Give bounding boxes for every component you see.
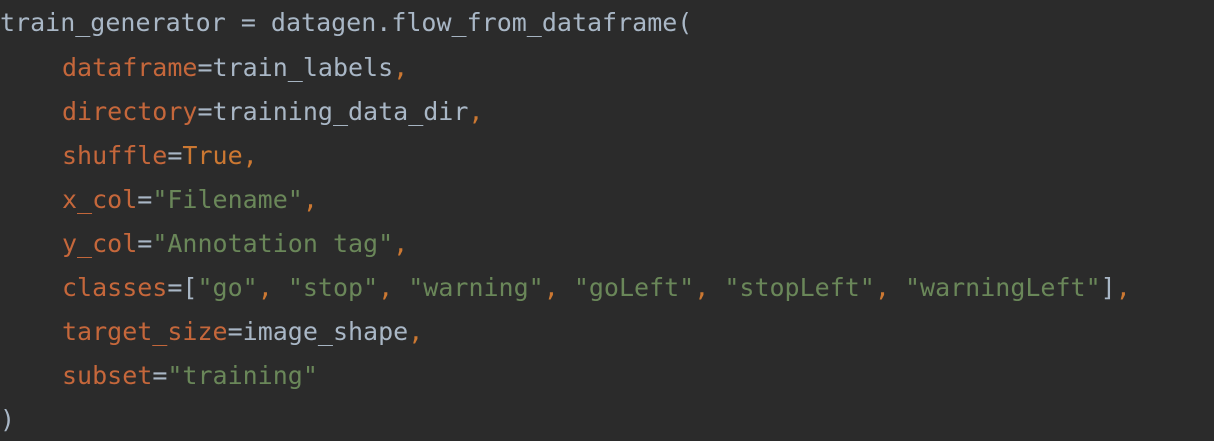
arg-name: classes xyxy=(62,273,168,302)
equals-sign: = xyxy=(227,317,243,346)
code-line-target-size: target_size=image_shape, xyxy=(62,315,423,349)
list-separator: , xyxy=(874,273,905,302)
list-separator: , xyxy=(257,273,288,302)
arg-name: subset xyxy=(62,361,153,390)
comma: , xyxy=(408,317,424,346)
class-item: "go" xyxy=(197,273,258,302)
code-line-classes: classes=["go", "stop", "warning", "goLef… xyxy=(62,271,1131,305)
code-line-shuffle: shuffle=True, xyxy=(62,139,258,173)
class-item: "stopLeft" xyxy=(724,273,875,302)
arg-name: directory xyxy=(62,97,198,126)
equals-sign: = xyxy=(137,229,153,258)
equals-sign: = xyxy=(167,141,183,170)
code-line-close: ) xyxy=(0,403,15,437)
code-line-y-col: y_col="Annotation tag", xyxy=(62,227,408,261)
class-item: "goLeft" xyxy=(573,273,695,302)
arg-name: y_col xyxy=(62,229,138,258)
list-close-bracket: ] xyxy=(1100,273,1116,302)
list-separator: , xyxy=(543,273,574,302)
class-item: "stop" xyxy=(287,273,379,302)
arg-name: x_col xyxy=(62,185,138,214)
arg-value: training_data_dir xyxy=(212,97,469,126)
comma: , xyxy=(1115,273,1131,302)
arg-value-string: "training" xyxy=(167,361,318,390)
arg-value-string: "Filename" xyxy=(152,185,303,214)
comma: , xyxy=(242,141,258,170)
arg-value: image_shape xyxy=(242,317,409,346)
arg-value-keyword: True xyxy=(182,141,243,170)
code-line-call: train_generator = datagen.flow_from_data… xyxy=(0,6,692,40)
equals-sign: = xyxy=(197,53,213,82)
list-open-bracket: [ xyxy=(182,273,198,302)
code-line-x-col: x_col="Filename", xyxy=(62,183,318,217)
code-editor[interactable]: train_generator = datagen.flow_from_data… xyxy=(0,0,1214,441)
call-statement: train_generator = datagen.flow_from_data… xyxy=(0,8,693,37)
equals-sign: = xyxy=(197,97,213,126)
arg-name: dataframe xyxy=(62,53,198,82)
equals-sign: = xyxy=(152,361,168,390)
arg-value-string: "Annotation tag" xyxy=(152,229,394,258)
comma: , xyxy=(393,53,409,82)
code-line-directory: directory=training_data_dir, xyxy=(62,95,483,129)
arg-value: train_labels xyxy=(212,53,394,82)
arg-name: shuffle xyxy=(62,141,168,170)
list-separator: , xyxy=(694,273,725,302)
list-separator: , xyxy=(378,273,409,302)
code-line-subset: subset="training" xyxy=(62,359,318,393)
class-item: "warningLeft" xyxy=(904,273,1101,302)
equals-sign: = xyxy=(137,185,153,214)
comma: , xyxy=(468,97,484,126)
equals-sign: = xyxy=(167,273,183,302)
comma: , xyxy=(302,185,318,214)
code-line-dataframe: dataframe=train_labels, xyxy=(62,51,408,85)
comma: , xyxy=(393,229,409,258)
closing-paren: ) xyxy=(0,405,16,434)
class-item: "warning" xyxy=(408,273,544,302)
arg-name: target_size xyxy=(62,317,228,346)
